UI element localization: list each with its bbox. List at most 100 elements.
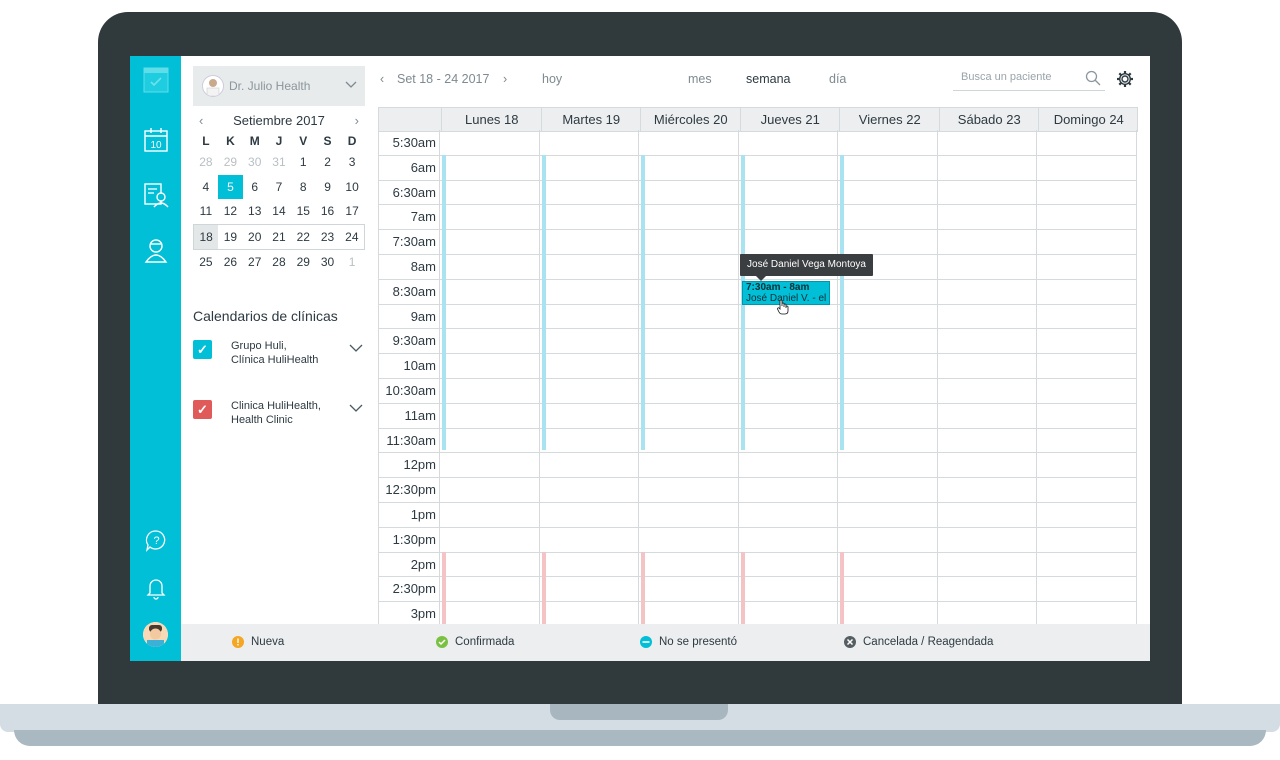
bell-icon[interactable] [142,574,170,602]
checkbox-checked[interactable]: ✓ [193,340,212,359]
mini-calendar-day[interactable]: 7 [267,175,291,200]
legend-label: No se presentó [659,636,737,648]
next-month-icon[interactable]: › [349,113,365,128]
mini-calendar-day[interactable]: 18 [193,223,219,250]
availability-bar [442,551,446,624]
mini-calendar-day[interactable]: 26 [218,250,242,275]
day-column-header[interactable]: Sábado 23 [938,108,1040,131]
mini-calendar-day[interactable]: 31 [267,150,291,175]
day-column-header[interactable]: Martes 19 [540,108,642,131]
time-slot-label: 12pm [403,457,436,473]
prev-month-icon[interactable]: ‹ [193,113,209,128]
chevron-down-icon[interactable] [349,400,363,427]
search-input[interactable]: Busca un paciente [961,71,1052,83]
availability-bar [641,551,645,624]
gear-icon[interactable] [1116,70,1134,93]
help-icon[interactable]: ? [142,526,170,554]
mini-calendar-day[interactable]: 22 [291,223,316,250]
doctor-name: Dr. Julio Health [229,79,311,93]
mini-calendar-day[interactable]: 10 [340,175,365,200]
prev-week-icon[interactable]: ‹ [380,72,384,86]
view-month-button[interactable]: mes [688,72,712,86]
mini-calendar-day[interactable]: 23 [315,223,340,250]
weekday-header: V [299,134,308,148]
app-logo-icon[interactable] [142,66,170,94]
mini-calendar-day[interactable]: 14 [267,199,291,224]
mini-calendar-day[interactable]: 16 [315,199,339,224]
x-status-icon [844,636,856,648]
clinic-item[interactable]: ✓ Clinica HuliHealth, Health Clinic [193,400,363,427]
view-day-button[interactable]: día [829,72,846,86]
calendar-icon[interactable]: 10 [142,126,170,154]
day-column-header[interactable]: Jueves 21 [739,108,841,131]
mini-calendar-day[interactable]: 12 [218,199,242,224]
search-icon[interactable] [1085,70,1101,91]
mini-calendar-day[interactable]: 1 [291,150,315,175]
time-slot-label: 8:30am [392,283,436,299]
time-slot-label: 9am [410,308,436,324]
mini-calendar-day[interactable]: 21 [266,223,292,250]
legend-cancelled: Cancelada / Reagendada [844,636,993,648]
availability-bar [740,551,745,624]
grid-column-line [936,130,938,624]
grid-column-line [538,130,540,624]
time-slot-label: 6:30am [392,184,436,200]
mini-calendar-day[interactable]: 8 [291,175,315,200]
mini-calendar-day[interactable]: 1 [340,250,365,275]
next-week-icon[interactable]: › [503,72,507,86]
weekday-header: J [275,134,283,148]
grid-row-line [378,601,1136,603]
mini-calendar-day[interactable]: 17 [340,199,365,224]
mini-calendar-day[interactable]: 9 [315,175,339,200]
mini-calendar-day[interactable]: 6 [243,175,267,200]
grid-row-line [378,353,1136,355]
mini-calendar-day[interactable]: 11 [194,199,219,224]
mini-calendar-day[interactable]: 19 [218,223,243,250]
doctor-selector[interactable]: Dr. Julio Health [193,66,365,106]
mini-calendar-day[interactable]: 13 [243,199,267,224]
mini-calendar-day[interactable]: 29 [291,250,315,275]
mini-calendar-day[interactable]: 2 [315,150,339,175]
doctor-profile-icon[interactable] [142,236,170,264]
view-week-button[interactable]: semana [746,72,790,86]
day-column-header[interactable]: Miércoles 20 [640,108,741,131]
mini-calendar-day[interactable]: 27 [243,250,267,275]
grid-column-line [638,130,639,624]
time-slot-label: 12:30pm [385,482,436,498]
day-column-header[interactable]: Viernes 22 [839,108,940,131]
legend-label: Nueva [251,636,285,648]
mini-calendar-day[interactable]: 29 [218,150,242,175]
mini-calendar-day[interactable]: 3 [340,150,365,175]
mini-calendar-day[interactable]: 30 [243,150,267,175]
mini-calendar-day[interactable]: 15 [291,199,315,224]
grid-row-line [378,551,1136,553]
checkbox-checked[interactable]: ✓ [193,400,212,419]
mini-calendar-day[interactable]: 24 [339,223,365,250]
time-slot-label: 5:30am [392,135,436,150]
mini-calendar-day[interactable]: 20 [242,223,267,250]
week-header: Lunes 18 Martes 19 Miércoles 20 Jueves 21 Vi… [378,107,1138,132]
mini-calendar-day[interactable]: 4 [194,175,219,200]
minus-status-icon [640,636,652,648]
event-time: 7:30am - 8am [746,282,810,293]
grid-row-line [378,204,1136,206]
chevron-down-icon[interactable] [349,340,363,367]
day-column-header[interactable]: Lunes 18 [441,108,542,131]
today-button[interactable]: hoy [542,72,562,86]
grid-row-line [378,154,1136,156]
time-slot-label: 2:30pm [392,581,436,597]
day-column-header[interactable]: Domingo 24 [1038,108,1138,131]
status-legend: Nueva Confirmada No se presentó Cancelad… [181,624,1150,661]
mini-calendar-day[interactable]: 30 [315,250,339,275]
weekday-header: D [347,134,357,148]
patient-search[interactable]: Busca un paciente [953,68,1105,91]
clinic-item[interactable]: ✓ Grupo Huli, Clínica HuliHealth [193,340,363,367]
mini-calendar-header: ‹ Setiembre 2017 › [193,110,365,130]
mini-calendar-day[interactable]: 28 [267,250,291,275]
mini-calendar-day[interactable]: 28 [194,150,219,175]
doctor-avatar [202,75,224,97]
mini-calendar-day[interactable]: 5 [218,174,243,199]
mini-calendar-day[interactable]: 25 [194,250,219,275]
patients-icon[interactable] [142,181,170,209]
user-avatar-icon[interactable] [143,622,168,647]
